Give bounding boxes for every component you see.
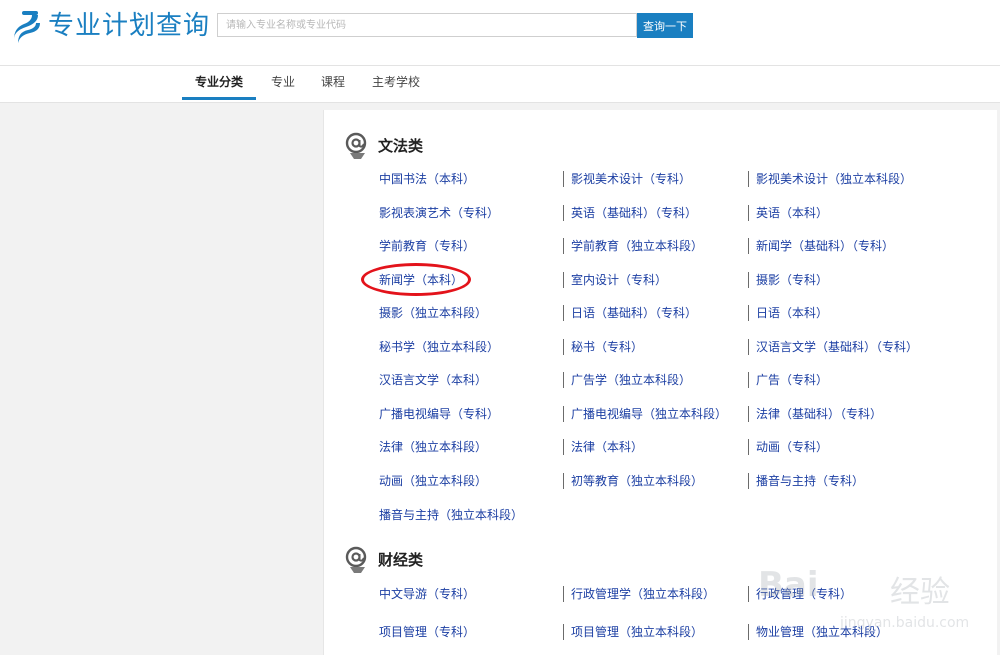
- column-divider: [748, 406, 749, 422]
- column-divider: [748, 205, 749, 221]
- column-divider: [748, 473, 749, 489]
- column-divider: [748, 339, 749, 355]
- column-divider: [748, 372, 749, 388]
- major-link[interactable]: 英语（本科）: [756, 205, 828, 221]
- tab-course[interactable]: 课程: [312, 66, 354, 100]
- major-link[interactable]: 中文导游（专科）: [379, 586, 475, 602]
- major-link[interactable]: 广告学（独立本科段）: [571, 372, 691, 388]
- major-link[interactable]: 中国书法（本科）: [379, 171, 475, 187]
- column-divider: [563, 305, 564, 321]
- column-divider: [748, 305, 749, 321]
- page-title: 专业计划查询: [48, 11, 211, 41]
- tab-major-category[interactable]: 专业分类: [182, 66, 256, 100]
- major-list-panel: 文法类 中国书法（本科） 影视美术设计（专科） 影视美术设计（独立本科段） 影视…: [323, 110, 997, 655]
- major-link[interactable]: 室内设计（专科）: [571, 272, 667, 288]
- tab-major[interactable]: 专业: [262, 66, 304, 100]
- major-link[interactable]: 影视美术设计（专科）: [571, 171, 691, 187]
- major-link[interactable]: 日语（基础科）（专科）: [571, 305, 697, 321]
- column-divider: [563, 372, 564, 388]
- tab-exam-school[interactable]: 主考学校: [364, 66, 428, 100]
- major-link[interactable]: 项目管理（专科）: [379, 624, 475, 640]
- major-link[interactable]: 广播电视编导（专科）: [379, 406, 499, 422]
- major-link[interactable]: 影视美术设计（独立本科段）: [756, 171, 912, 187]
- brand-logo-icon[interactable]: [10, 9, 42, 45]
- major-link[interactable]: 行政管理学（独立本科段）: [571, 586, 715, 602]
- section-title: 文法类: [378, 137, 424, 155]
- major-link[interactable]: 日语（本科）: [756, 305, 828, 321]
- major-link[interactable]: 汉语言文学（本科）: [379, 372, 487, 388]
- major-link[interactable]: 秘书学（独立本科段）: [379, 339, 499, 355]
- column-divider: [563, 238, 564, 254]
- major-link[interactable]: 摄影（独立本科段）: [379, 305, 487, 321]
- major-link[interactable]: 法律（独立本科段）: [379, 439, 487, 455]
- section-title: 财经类: [378, 551, 424, 569]
- column-divider: [563, 406, 564, 422]
- section-humanities-law: 文法类: [324, 132, 997, 532]
- column-divider: [563, 439, 564, 455]
- major-link[interactable]: 英语（基础科）（专科）: [571, 205, 697, 221]
- column-divider: [748, 439, 749, 455]
- column-divider: [748, 586, 749, 602]
- major-link[interactable]: 学前教育（专科）: [379, 238, 475, 254]
- major-link[interactable]: 秘书（专科）: [571, 339, 643, 355]
- major-link[interactable]: 广播电视编导（独立本科段）: [571, 406, 727, 422]
- column-divider: [563, 473, 564, 489]
- major-link[interactable]: 新闻学（基础科）（专科）: [756, 238, 894, 254]
- major-link[interactable]: 行政管理（专科）: [756, 586, 852, 602]
- major-link[interactable]: 法律（基础科）（专科）: [756, 406, 882, 422]
- column-divider: [563, 171, 564, 187]
- search-input[interactable]: [217, 13, 637, 37]
- search-button[interactable]: 查询一下: [637, 13, 693, 38]
- column-divider: [563, 272, 564, 288]
- column-divider: [748, 272, 749, 288]
- major-link[interactable]: 动画（专科）: [756, 439, 828, 455]
- column-divider: [563, 205, 564, 221]
- major-link[interactable]: 摄影（专科）: [756, 272, 828, 288]
- column-divider: [563, 624, 564, 640]
- column-divider: [748, 624, 749, 640]
- major-link[interactable]: 动画（独立本科段）: [379, 473, 487, 489]
- major-link[interactable]: 影视表演艺术（专科）: [379, 205, 499, 221]
- major-link[interactable]: 播音与主持（独立本科段）: [379, 507, 523, 523]
- major-link[interactable]: 法律（本科）: [571, 439, 643, 455]
- major-link[interactable]: 初等教育（独立本科段）: [571, 473, 703, 489]
- column-divider: [748, 238, 749, 254]
- at-sign-icon: [345, 546, 367, 573]
- major-link[interactable]: 学前教育（独立本科段）: [571, 238, 703, 254]
- major-link[interactable]: 播音与主持（专科）: [756, 473, 864, 489]
- major-link[interactable]: 广告（专科）: [756, 372, 828, 388]
- major-link[interactable]: 汉语言文学（基础科）（专科）: [756, 339, 918, 355]
- at-sign-icon: [345, 132, 367, 159]
- column-divider: [563, 339, 564, 355]
- top-header: 专业计划查询 查询一下: [0, 0, 1000, 65]
- category-nav: 专业分类 专业 课程 主考学校: [0, 65, 1000, 103]
- major-link-highlighted[interactable]: 新闻学（本科）: [379, 272, 463, 288]
- major-link[interactable]: 物业管理（独立本科段）: [756, 624, 888, 640]
- column-divider: [748, 171, 749, 187]
- major-link[interactable]: 项目管理（独立本科段）: [571, 624, 703, 640]
- column-divider: [563, 586, 564, 602]
